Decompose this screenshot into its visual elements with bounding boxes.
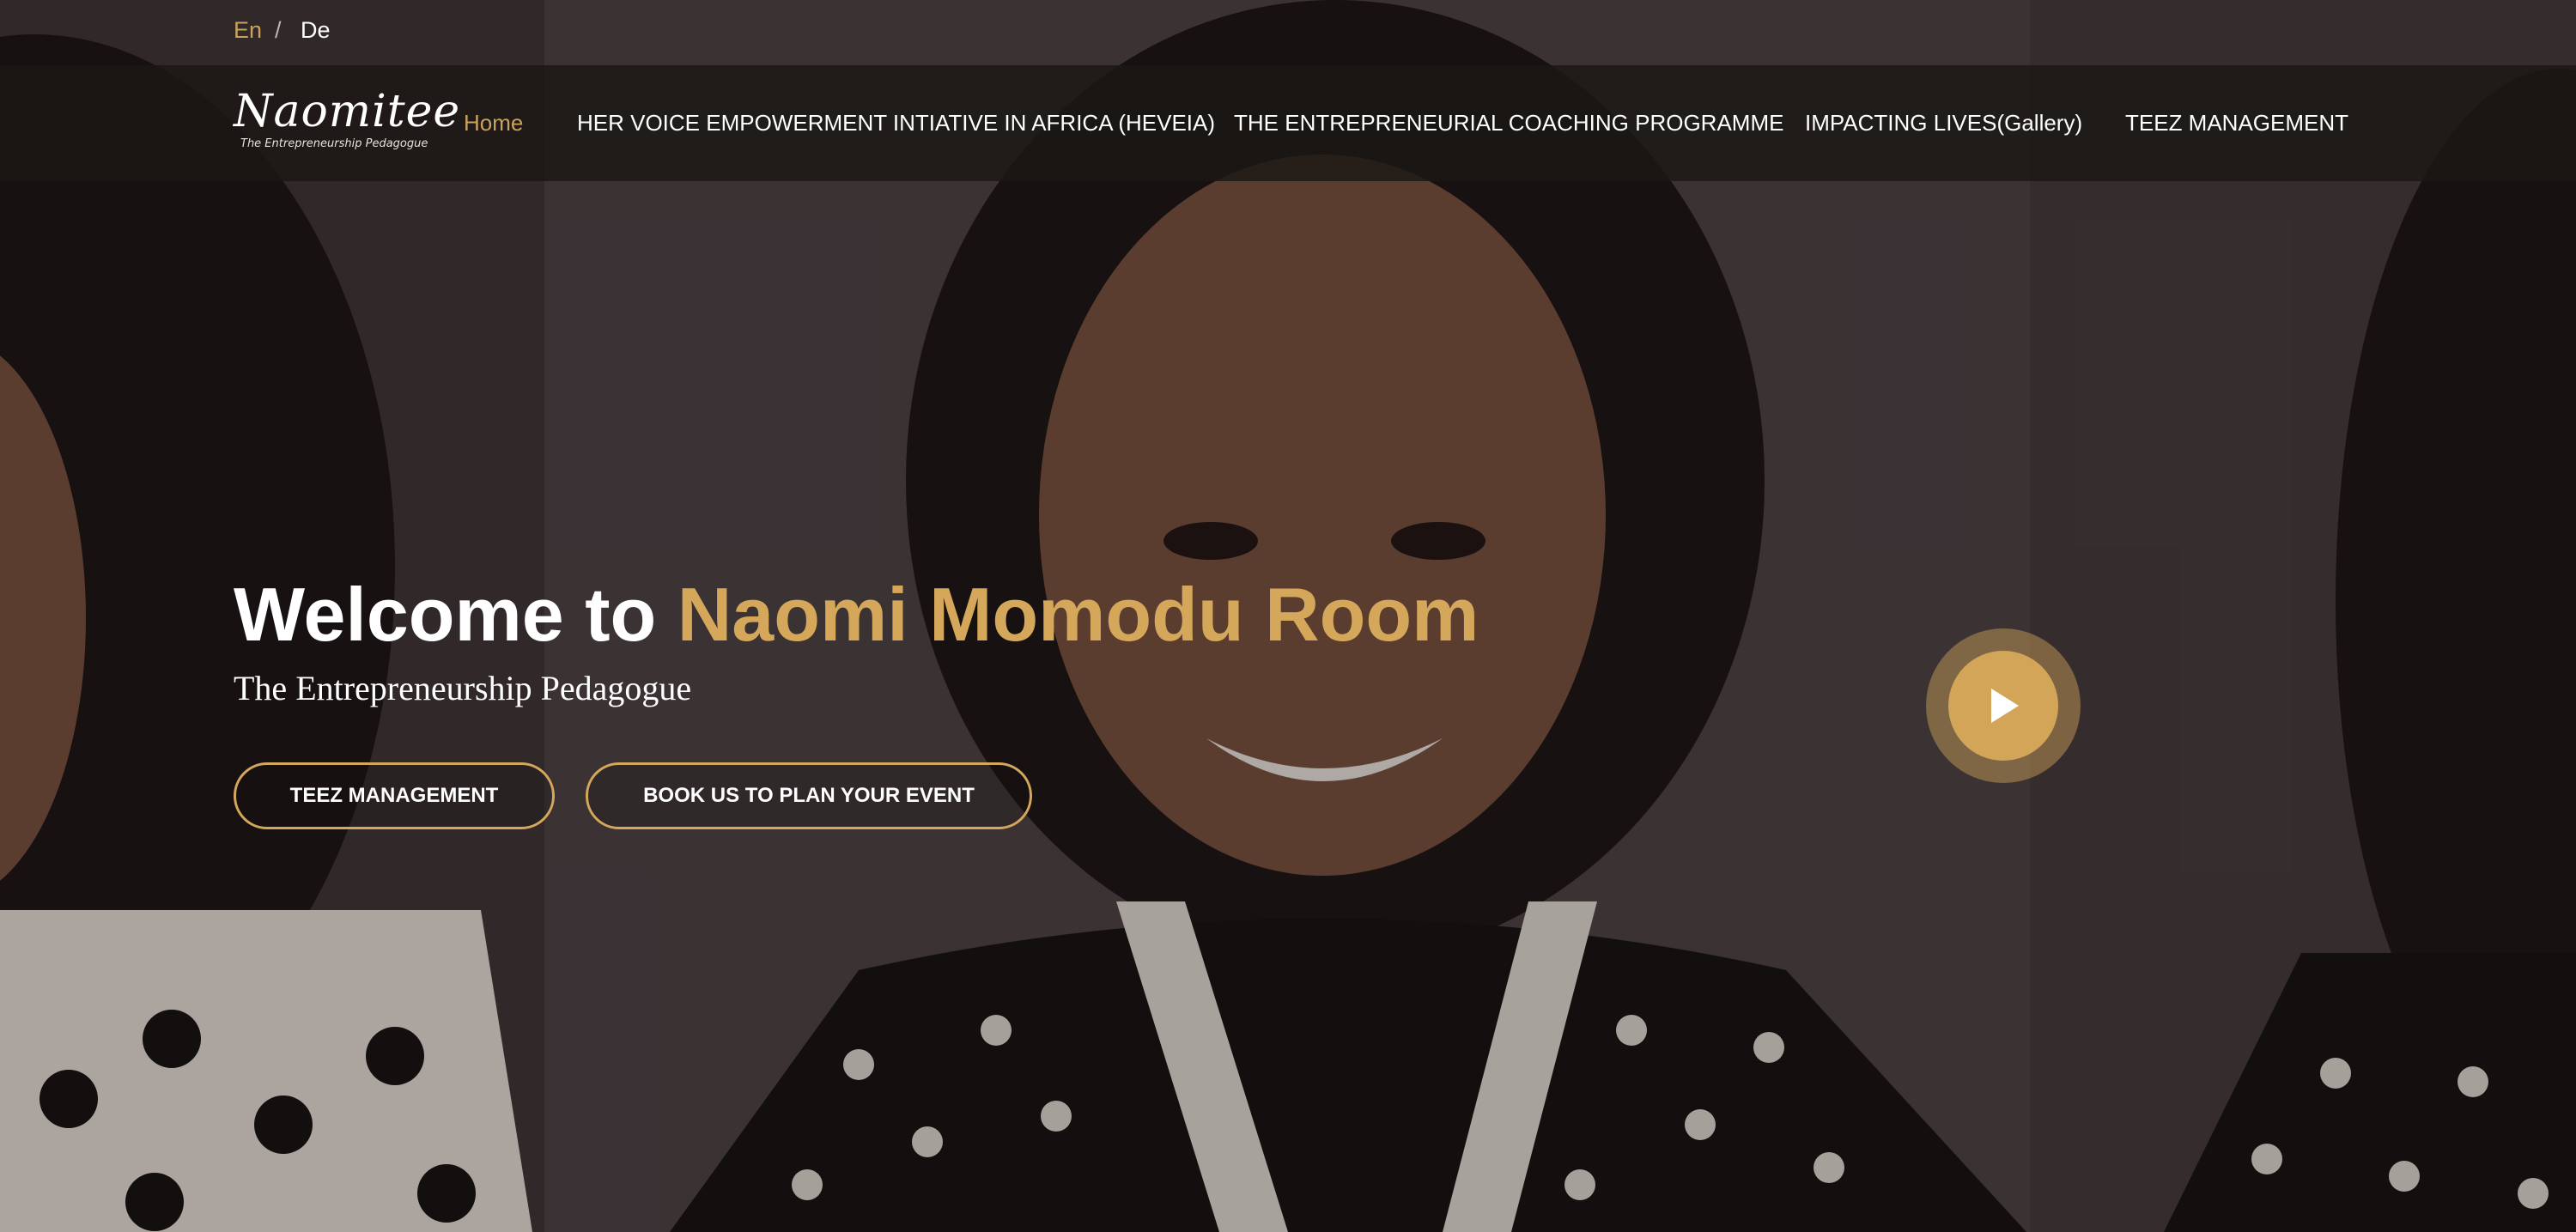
hero-subtitle: The Entrepreneurship Pedagogue [234,669,692,707]
nav-item-coaching-programme[interactable]: THE ENTREPRENEURIAL COACHING PROGRAMME [1234,110,1783,137]
language-separator: / [275,17,282,43]
play-icon [1991,689,2019,723]
play-button-core [1948,651,2058,761]
logo-tagline: The Entrepreneurship Pedagogue [240,137,428,150]
logo-script-text: Naomitee [234,86,461,137]
nav-item-heveia[interactable]: HER VOICE EMPOWERMENT INTIATIVE IN AFRIC… [577,110,1215,137]
nav-item-teez-management[interactable]: TEEZ MANAGEMENT [2125,110,2348,137]
site-logo[interactable]: Naomitee The Entrepreneurship Pedagogue [228,86,459,161]
nav-item-home[interactable]: Home [464,110,523,137]
nav-item-impacting-lives-gallery[interactable]: IMPACTING LIVES(Gallery) [1805,110,2082,137]
video-play-button[interactable] [1926,628,2081,783]
book-event-button[interactable]: BOOK US TO PLAN YOUR EVENT [586,762,1032,829]
hero-title: Welcome to Naomi Momodu Room [234,577,1479,652]
language-german-link[interactable]: De [301,17,331,44]
hero-title-highlight: Naomi Momodu Room [677,572,1479,657]
teez-management-button[interactable]: TEEZ MANAGEMENT [234,762,555,829]
main-navigation: Naomitee The Entrepreneurship Pedagogue … [0,65,2576,181]
hero-title-prefix: Welcome to [234,572,677,657]
language-switcher: En / De [0,0,2576,65]
language-english-link[interactable]: En [234,17,262,44]
